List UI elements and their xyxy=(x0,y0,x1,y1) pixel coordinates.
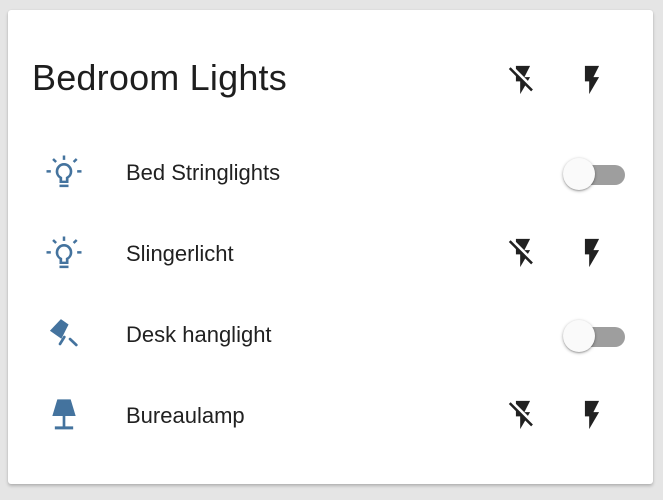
entity-name: Bureaulamp xyxy=(126,403,245,428)
card-title: Bedroom Lights xyxy=(32,57,287,98)
toggle-thumb[interactable] xyxy=(563,158,595,190)
flash-icon xyxy=(584,65,600,95)
slingerlicht-on-button[interactable] xyxy=(572,233,612,273)
flash-off-icon xyxy=(508,65,533,95)
lightbulb-outline-icon xyxy=(42,232,86,276)
bed-stringlights-toggle[interactable] xyxy=(563,157,629,191)
all-lights-on-button[interactable] xyxy=(572,60,612,100)
toggle-thumb[interactable] xyxy=(563,320,595,352)
lamp-icon xyxy=(42,394,86,438)
flash-icon xyxy=(584,238,600,268)
desk-hanglight-toggle[interactable] xyxy=(563,319,629,353)
flash-icon xyxy=(584,400,600,430)
bureaulamp-off-button[interactable] xyxy=(503,395,543,435)
lightbulb-outline-icon xyxy=(42,151,86,195)
flash-off-icon xyxy=(508,238,533,268)
entities-card: Bedroom Lights Bed Stringlights Slingerl… xyxy=(8,10,653,484)
entity-name: Bed Stringlights xyxy=(126,160,281,185)
flash-off-icon xyxy=(508,400,533,430)
desk-lamp-icon xyxy=(42,313,86,357)
entity-name: Slingerlicht xyxy=(126,241,234,266)
all-lights-off-button[interactable] xyxy=(503,60,543,100)
slingerlicht-off-button[interactable] xyxy=(503,233,543,273)
entity-name: Desk hanglight xyxy=(126,322,272,347)
bureaulamp-on-button[interactable] xyxy=(572,395,612,435)
